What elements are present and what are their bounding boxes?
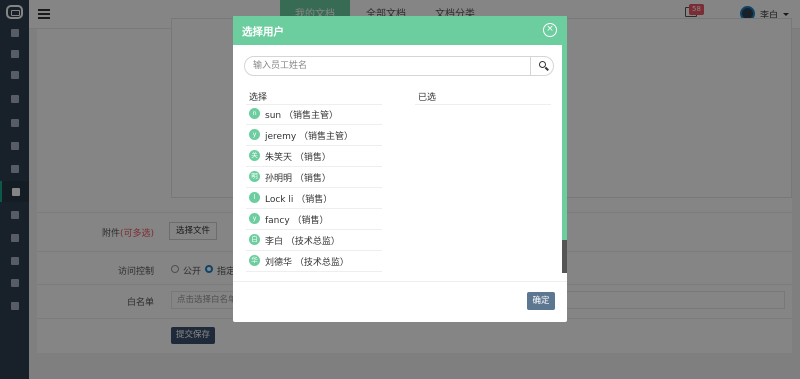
user-avatar-icon: 白 bbox=[249, 234, 260, 245]
user-avatar-icon: y bbox=[249, 213, 260, 224]
choose-column-header: 选择 bbox=[249, 93, 268, 103]
user-avatar-icon: l bbox=[249, 192, 260, 203]
scrollbar-track[interactable] bbox=[562, 45, 567, 273]
user-list-item[interactable]: 华 刘德华 （技术总监） bbox=[246, 251, 382, 272]
user-name: 孙明明 （销售） bbox=[265, 174, 331, 184]
confirm-button[interactable]: 确定 bbox=[527, 292, 555, 310]
user-name: fancy （销售） bbox=[265, 216, 329, 226]
user-avatar-icon: n bbox=[249, 108, 260, 119]
close-icon[interactable]: × bbox=[543, 23, 557, 37]
user-name: sun （销售主管） bbox=[265, 111, 338, 121]
modal-title: 选择用户 bbox=[242, 26, 284, 38]
user-avatar-icon: 明 bbox=[249, 171, 260, 182]
user-list-item[interactable]: y fancy （销售） bbox=[246, 209, 382, 230]
user-name: jeremy （销售主管） bbox=[265, 132, 354, 142]
user-name: 朱笑天 （销售） bbox=[265, 153, 331, 163]
user-list-item[interactable]: y jeremy （销售主管） bbox=[246, 125, 382, 146]
user-list-item[interactable]: l Lock li （销售） bbox=[246, 188, 382, 209]
user-list-item[interactable]: 关 朱笑天 （销售） bbox=[246, 146, 382, 167]
select-user-modal: 选择用户 × 选择 已选 n sun （销售主管） y jeremy （销售主管… bbox=[233, 16, 567, 322]
user-name: Lock li （销售） bbox=[265, 195, 333, 205]
modal-header: 选择用户 × bbox=[233, 16, 567, 45]
user-list-item[interactable]: n sun （销售主管） bbox=[246, 104, 382, 125]
user-name: 刘德华 （技术总监） bbox=[265, 258, 349, 268]
user-list-item[interactable]: 明 孙明明 （销售） bbox=[246, 167, 382, 188]
user-avatar-icon: 关 bbox=[249, 150, 260, 161]
scrollbar-thumb[interactable] bbox=[562, 240, 567, 273]
employee-search-input[interactable] bbox=[245, 57, 531, 75]
selected-column-header: 已选 bbox=[418, 93, 437, 103]
modal-footer-divider bbox=[233, 281, 567, 282]
user-name: 李白 （技术总监） bbox=[265, 237, 340, 247]
search-box bbox=[244, 56, 554, 76]
user-list-item[interactable]: 白 李白 （技术总监） bbox=[246, 230, 382, 251]
user-avatar-icon: 华 bbox=[249, 255, 260, 266]
divider bbox=[415, 104, 551, 105]
user-avatar-icon: y bbox=[249, 129, 260, 140]
search-button[interactable] bbox=[530, 56, 555, 76]
search-icon bbox=[539, 61, 546, 68]
